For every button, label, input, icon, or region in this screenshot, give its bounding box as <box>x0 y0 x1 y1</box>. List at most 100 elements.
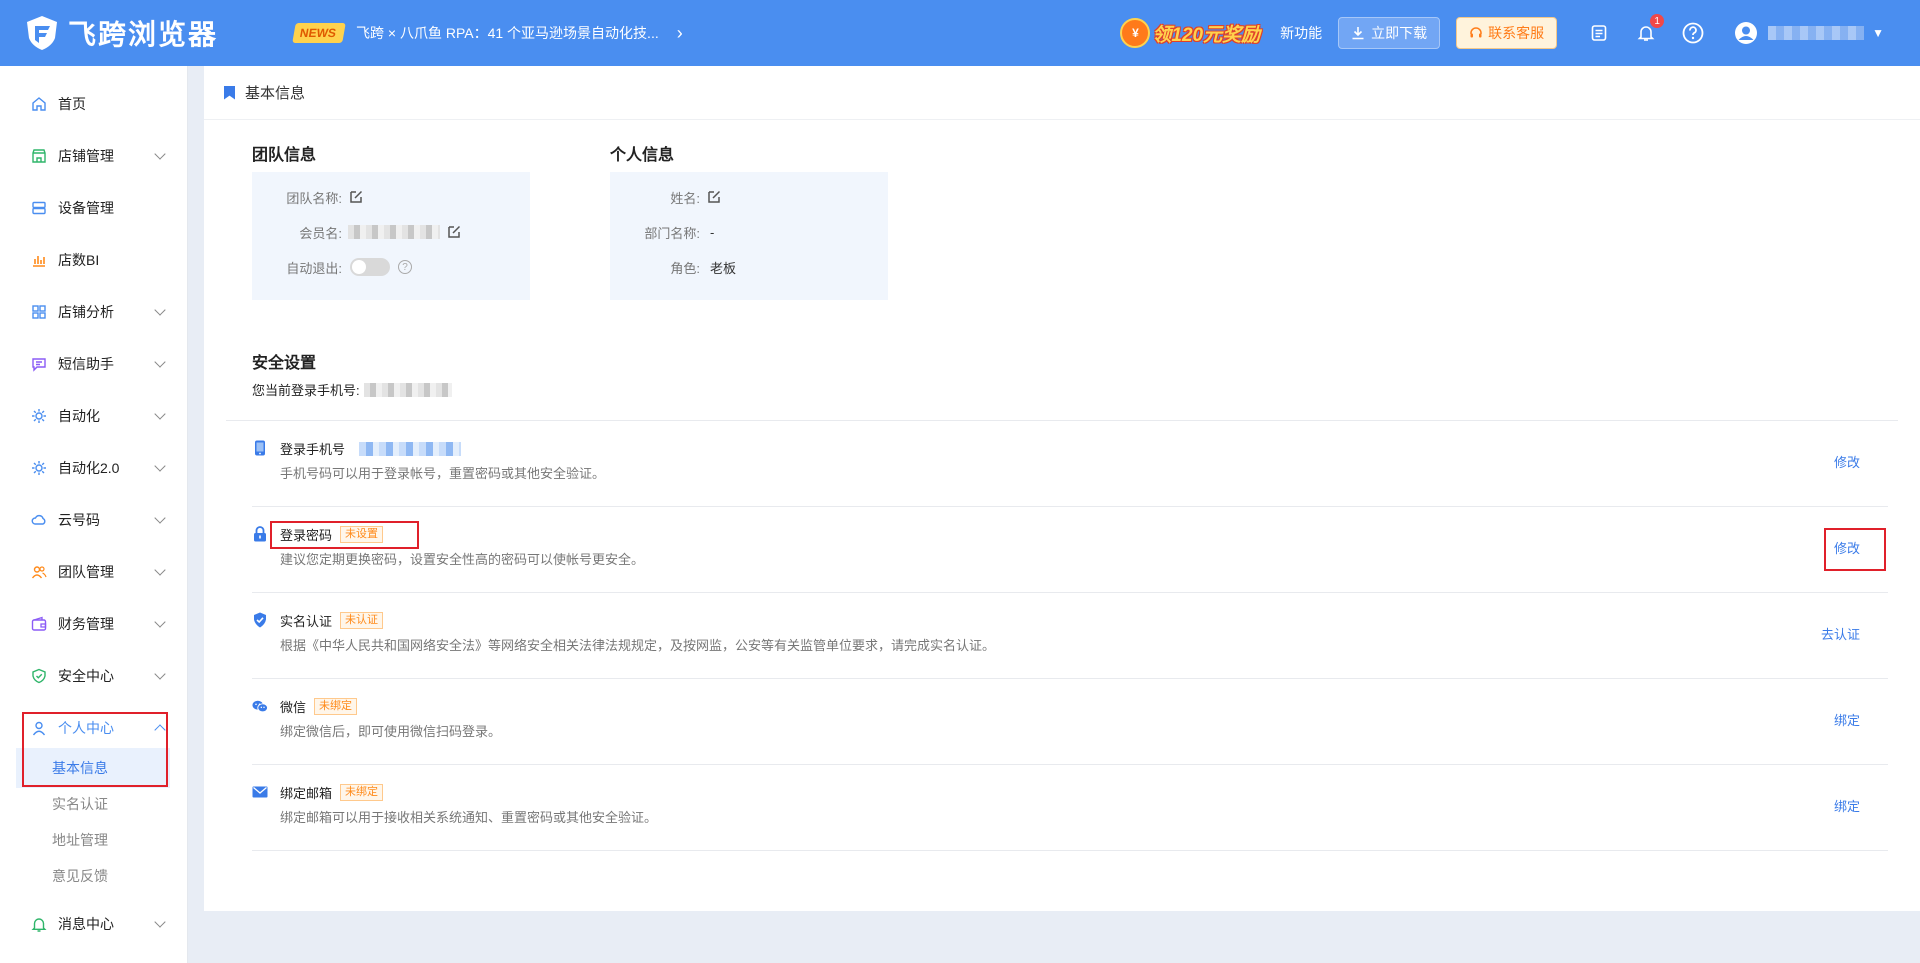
question-icon[interactable]: ? <box>398 260 412 274</box>
chevron-right-icon[interactable]: › <box>677 23 683 44</box>
sidebar-item-security-center[interactable]: 安全中心 <box>0 656 188 696</box>
sidebar-item-label: 店数BI <box>58 252 100 268</box>
sidebar-item-home[interactable]: 首页 <box>0 84 188 124</box>
verify-identity-link[interactable]: 去认证 <box>1821 624 1860 643</box>
bell-icon[interactable]: 1 <box>1634 14 1665 45</box>
status-badge: 未绑定 <box>314 698 358 715</box>
personal-info-card: 姓名: 部门名称: - 角色: 老板 <box>610 172 888 300</box>
brand[interactable]: 飞跨浏览器 <box>24 13 272 53</box>
user-icon <box>30 719 48 737</box>
edit-icon[interactable] <box>348 189 364 205</box>
sidebar-item-label: 设备管理 <box>58 200 114 216</box>
member-name-label: 会员名: <box>299 225 342 241</box>
security-row-name: 登录手机号 <box>280 439 462 458</box>
notification-count: 1 <box>1650 14 1665 28</box>
member-name-row: 会员名: <box>252 222 530 242</box>
security-row-password: 登录密码 未设置 建议您定期更换密码，设置安全性高的密码可以使帐号更安全。 修改 <box>252 506 1888 592</box>
name-row: 姓名: <box>610 187 888 207</box>
cloud-icon <box>30 511 48 529</box>
bell-icon <box>30 915 48 933</box>
row-name-text: 绑定邮箱 <box>280 786 333 801</box>
security-settings-title: 安全设置 <box>252 355 317 372</box>
caret-down-icon[interactable]: ▼ <box>1872 26 1884 40</box>
security-row-name: 登录密码 未设置 <box>280 525 384 544</box>
edit-icon[interactable] <box>706 189 722 205</box>
footer-band <box>204 911 1920 941</box>
sidebar-sub-basic-info[interactable]: 基本信息 <box>16 748 170 788</box>
sidebar-item-finance-management[interactable]: 财务管理 <box>0 604 188 644</box>
chevron-down-icon <box>154 356 166 368</box>
sidebar-sub-label: 地址管理 <box>52 832 108 848</box>
row-name-text: 登录密码 <box>280 528 333 543</box>
document-icon[interactable] <box>1587 21 1611 45</box>
message-icon <box>30 355 48 373</box>
sidebar-item-label: 自动化 <box>58 408 100 424</box>
chevron-up-icon <box>154 724 166 736</box>
home-icon <box>30 95 48 113</box>
auto-logout-row: 自动退出: ? <box>252 257 530 277</box>
wechat-icon <box>252 698 268 714</box>
bind-wechat-link[interactable]: 绑定 <box>1834 710 1860 729</box>
sidebar-item-sms-assistant[interactable]: 短信助手 <box>0 344 188 384</box>
top-right-actions: ¥ 领120元奖励 新功能 立即下载 联系客服 1 ▼ <box>1120 0 1920 66</box>
sidebar-item-automation-2[interactable]: 自动化2.0 <box>0 448 188 488</box>
status-badge: 未设置 <box>340 526 384 543</box>
modify-phone-link[interactable]: 修改 <box>1834 452 1860 471</box>
brand-name: 飞跨浏览器 <box>68 19 219 50</box>
sidebar-item-store-bi[interactable]: 店数BI <box>0 240 188 280</box>
role-row: 角色: 老板 <box>610 257 888 277</box>
contact-service-button[interactable]: 联系客服 <box>1456 17 1558 49</box>
sidebar-item-automation[interactable]: 自动化 <box>0 396 188 436</box>
help-icon[interactable] <box>1681 21 1705 45</box>
sidebar-item-store-analysis[interactable]: 店铺分析 <box>0 292 188 332</box>
download-label: 立即下载 <box>1371 25 1428 41</box>
security-row-wechat: 微信 未绑定 绑定微信后，即可使用微信扫码登录。 绑定 <box>252 678 1888 764</box>
team-icon <box>30 563 48 581</box>
sidebar-sub-feedback[interactable]: 意见反馈 <box>16 856 170 896</box>
sidebar-item-cloud-number[interactable]: 云号码 <box>0 500 188 540</box>
news-text[interactable]: 飞跨 × 八爪鱼 RPA：41 个亚马逊场景自动化技... <box>356 23 659 43</box>
lock-icon <box>252 526 268 542</box>
current-phone-redacted <box>363 382 452 397</box>
bind-email-link[interactable]: 绑定 <box>1834 796 1860 815</box>
download-button[interactable]: 立即下载 <box>1338 17 1441 49</box>
chevron-down-icon <box>154 408 166 420</box>
sidebar-item-team-management[interactable]: 团队管理 <box>0 552 188 592</box>
auto-logout-toggle[interactable] <box>350 258 390 276</box>
automation-icon <box>30 407 48 425</box>
user-menu[interactable]: ▼ <box>1734 21 1884 45</box>
news-badge: NEWS <box>292 23 346 43</box>
department-row: 部门名称: - <box>610 222 888 242</box>
verified-shield-icon <box>252 612 268 628</box>
sidebar: 首页 店铺管理 设备管理 店数BI 店铺分析 短信助手 自动化 自动化2.0 云… <box>0 66 188 963</box>
chevron-down-icon <box>154 564 166 576</box>
sidebar-item-store-management[interactable]: 店铺管理 <box>0 136 188 176</box>
phone-redacted <box>359 441 462 456</box>
status-badge: 未认证 <box>340 612 384 629</box>
sidebar-item-label: 店铺分析 <box>58 304 114 320</box>
headset-icon <box>1470 27 1482 38</box>
security-row-desc: 根据《中华人民共和国网络安全法》等网络安全相关法律法规规定，及按网监，公安等有关… <box>280 638 996 653</box>
auto-logout-label: 自动退出: <box>286 260 342 276</box>
promo-reward[interactable]: ¥ 领120元奖励 <box>1120 18 1260 48</box>
chevron-down-icon <box>154 668 166 680</box>
name-label: 姓名: <box>670 190 700 206</box>
sidebar-sub-label: 基本信息 <box>52 760 108 776</box>
security-row-name: 实名认证 未认证 <box>280 611 384 630</box>
sidebar-sub-address[interactable]: 地址管理 <box>16 820 170 860</box>
modify-password-link[interactable]: 修改 <box>1834 538 1860 557</box>
chevron-down-icon <box>154 616 166 628</box>
security-row-desc: 绑定邮箱可以用于接收相关系统通知、重置密码或其他安全验证。 <box>280 810 658 825</box>
edit-icon[interactable] <box>446 224 462 240</box>
sidebar-sub-real-name[interactable]: 实名认证 <box>16 784 170 824</box>
security-row-desc: 手机号码可以用于登录帐号，重置密码或其他安全验证。 <box>280 466 606 481</box>
sidebar-item-message-center[interactable]: 消息中心 <box>0 904 188 944</box>
sidebar-item-label: 自动化2.0 <box>58 460 120 476</box>
sidebar-item-personal-center[interactable]: 个人中心 <box>0 708 188 748</box>
sidebar-item-device-management[interactable]: 设备管理 <box>0 188 188 228</box>
role-label: 角色: <box>670 260 700 276</box>
sidebar-item-label: 安全中心 <box>58 668 114 684</box>
news-ticker[interactable]: NEWS 飞跨 × 八爪鱼 RPA：41 个亚马逊场景自动化技... › <box>292 23 683 44</box>
security-row-name: 微信 未绑定 <box>280 697 358 716</box>
new-feature-link[interactable]: 新功能 <box>1280 23 1322 43</box>
